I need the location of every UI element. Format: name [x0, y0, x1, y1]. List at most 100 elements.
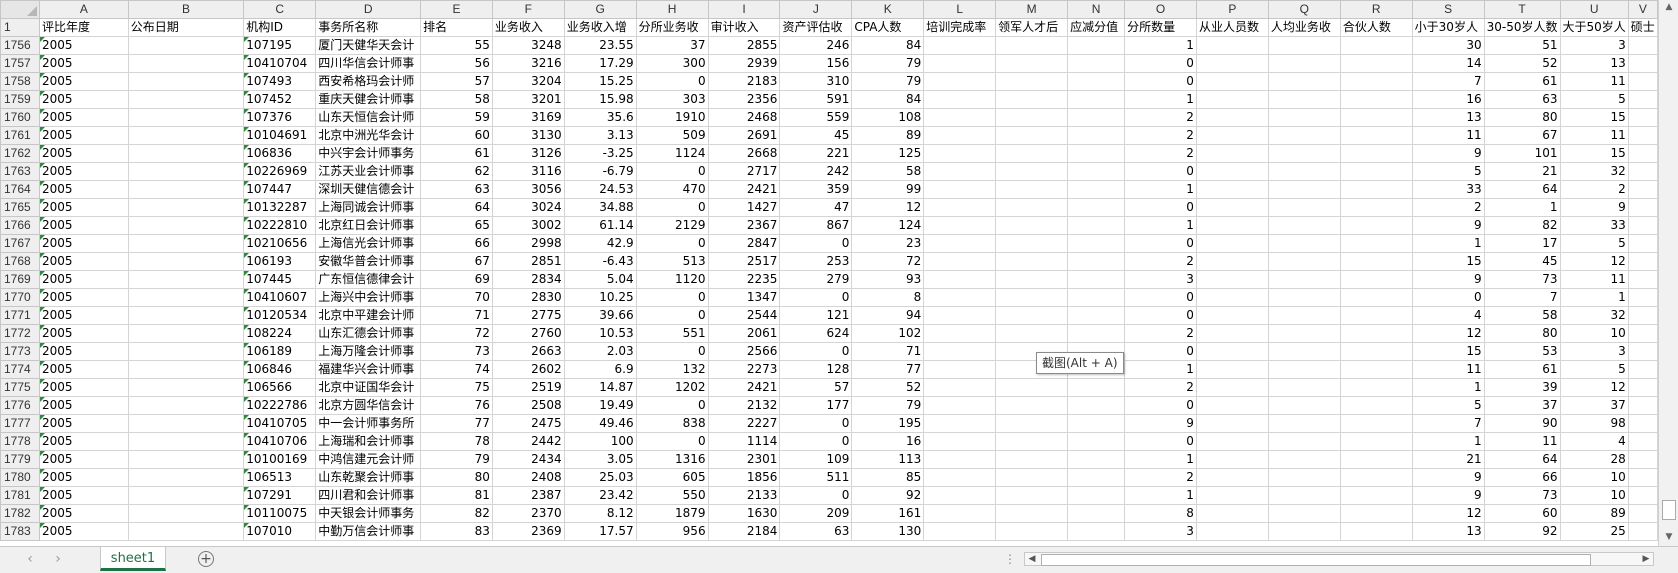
- table-cell[interactable]: 2005: [38, 450, 129, 469]
- table-cell[interactable]: 51: [1483, 36, 1561, 55]
- table-cell[interactable]: 15.25: [563, 72, 637, 91]
- table-cell[interactable]: 2005: [38, 234, 129, 253]
- table-cell[interactable]: [1195, 468, 1269, 487]
- table-cell[interactable]: 67: [420, 252, 493, 271]
- table-cell[interactable]: 17.29: [563, 54, 637, 73]
- table-cell[interactable]: [1339, 72, 1413, 91]
- table-cell[interactable]: 7: [1411, 72, 1485, 91]
- table-cell[interactable]: [1339, 144, 1413, 163]
- table-cell[interactable]: 2442: [491, 432, 565, 451]
- table-cell[interactable]: 64: [1483, 180, 1561, 199]
- table-cell[interactable]: 37: [1483, 396, 1561, 415]
- table-cell[interactable]: [127, 360, 245, 379]
- field-header-cell[interactable]: 业务收入增: [563, 18, 637, 37]
- table-cell[interactable]: [995, 306, 1069, 325]
- table-cell[interactable]: [1267, 522, 1341, 541]
- table-cell[interactable]: 北京中洲光华会计: [315, 126, 422, 145]
- table-cell[interactable]: 76: [420, 396, 493, 415]
- table-cell[interactable]: [127, 108, 245, 127]
- table-cell[interactable]: [1067, 180, 1126, 199]
- table-cell[interactable]: [1267, 108, 1341, 127]
- table-cell[interactable]: 66: [1483, 468, 1561, 487]
- table-cell[interactable]: [1195, 144, 1269, 163]
- table-cell[interactable]: 61: [420, 144, 493, 163]
- field-header-cell[interactable]: 排名: [420, 18, 493, 37]
- table-cell[interactable]: [1195, 396, 1269, 415]
- table-cell[interactable]: [1267, 126, 1341, 145]
- table-cell[interactable]: [127, 216, 245, 235]
- table-cell[interactable]: 2: [1124, 468, 1197, 487]
- table-cell[interactable]: [1339, 216, 1413, 235]
- table-cell[interactable]: 2005: [38, 342, 129, 361]
- table-cell[interactable]: [1195, 378, 1269, 397]
- table-cell[interactable]: [1627, 360, 1658, 379]
- table-cell[interactable]: [1067, 72, 1126, 91]
- table-cell[interactable]: [1267, 324, 1341, 343]
- table-cell[interactable]: [127, 252, 245, 271]
- table-cell[interactable]: 63: [1483, 90, 1561, 109]
- table-cell[interactable]: 246: [779, 36, 853, 55]
- column-header-v[interactable]: V: [1627, 0, 1658, 19]
- table-cell[interactable]: 303: [635, 90, 709, 109]
- row-number[interactable]: 1775: [0, 378, 40, 397]
- table-cell[interactable]: 0: [1124, 396, 1197, 415]
- table-cell[interactable]: 2: [1124, 108, 1197, 127]
- table-cell[interactable]: 559: [779, 108, 853, 127]
- table-cell[interactable]: 2370: [491, 504, 565, 523]
- table-cell[interactable]: 1347: [707, 288, 781, 307]
- worksheet-grid[interactable]: ABCDEFGHIJKLMNOPQRSTUV 1 评比年度 公布日期 机构ID 事务所名…: [0, 0, 1658, 541]
- row-number[interactable]: 1774: [0, 360, 40, 379]
- table-cell[interactable]: 1427: [707, 198, 781, 217]
- table-cell[interactable]: 西安希格玛会计师: [315, 72, 422, 91]
- table-cell[interactable]: 0: [779, 234, 853, 253]
- table-cell[interactable]: 9: [1411, 144, 1485, 163]
- table-cell[interactable]: 24.53: [563, 180, 637, 199]
- table-cell[interactable]: 58: [1483, 306, 1561, 325]
- table-cell[interactable]: 28: [1559, 450, 1629, 469]
- table-cell[interactable]: [1067, 432, 1126, 451]
- table-cell[interactable]: 12: [1559, 252, 1629, 271]
- table-cell[interactable]: 156: [779, 54, 853, 73]
- table-cell[interactable]: 106836: [243, 144, 317, 163]
- table-cell[interactable]: 62: [420, 162, 493, 181]
- table-cell[interactable]: 107447: [243, 180, 317, 199]
- table-cell[interactable]: 107376: [243, 108, 317, 127]
- table-cell[interactable]: [1339, 234, 1413, 253]
- row-number[interactable]: 1780: [0, 468, 40, 487]
- table-cell[interactable]: 4: [1559, 432, 1629, 451]
- table-cell[interactable]: 121: [779, 306, 853, 325]
- table-cell[interactable]: 2301: [707, 450, 781, 469]
- table-cell[interactable]: 11: [1483, 432, 1561, 451]
- table-cell[interactable]: [923, 306, 997, 325]
- table-cell[interactable]: [1195, 198, 1269, 217]
- table-cell[interactable]: [995, 54, 1069, 73]
- table-cell[interactable]: [1067, 378, 1126, 397]
- scroll-up-arrow-icon[interactable]: ▲: [1659, 0, 1678, 14]
- table-cell[interactable]: 132: [635, 360, 709, 379]
- table-cell[interactable]: [127, 36, 245, 55]
- column-header-q[interactable]: Q: [1267, 0, 1341, 19]
- field-header-cell[interactable]: 事务所名称: [315, 18, 422, 37]
- table-cell[interactable]: 2005: [38, 144, 129, 163]
- table-cell[interactable]: 10410706: [243, 432, 317, 451]
- table-cell[interactable]: 72: [851, 252, 925, 271]
- table-cell[interactable]: 2691: [707, 126, 781, 145]
- table-cell[interactable]: 58: [420, 90, 493, 109]
- row-number[interactable]: 1783: [0, 522, 40, 541]
- table-cell[interactable]: 102: [851, 324, 925, 343]
- table-cell[interactable]: 60: [420, 126, 493, 145]
- table-cell[interactable]: [1339, 306, 1413, 325]
- table-cell[interactable]: 12: [1411, 324, 1485, 343]
- table-cell[interactable]: [1627, 144, 1658, 163]
- table-cell[interactable]: 北京中证国华会计: [315, 378, 422, 397]
- table-cell[interactable]: 107452: [243, 90, 317, 109]
- table-cell[interactable]: [127, 126, 245, 145]
- table-cell[interactable]: [923, 198, 997, 217]
- table-cell[interactable]: 16: [1411, 90, 1485, 109]
- table-cell[interactable]: [995, 270, 1069, 289]
- table-cell[interactable]: [1627, 216, 1658, 235]
- table-cell[interactable]: [127, 306, 245, 325]
- table-cell[interactable]: 3216: [491, 54, 565, 73]
- table-cell[interactable]: 221: [779, 144, 853, 163]
- table-cell[interactable]: [923, 360, 997, 379]
